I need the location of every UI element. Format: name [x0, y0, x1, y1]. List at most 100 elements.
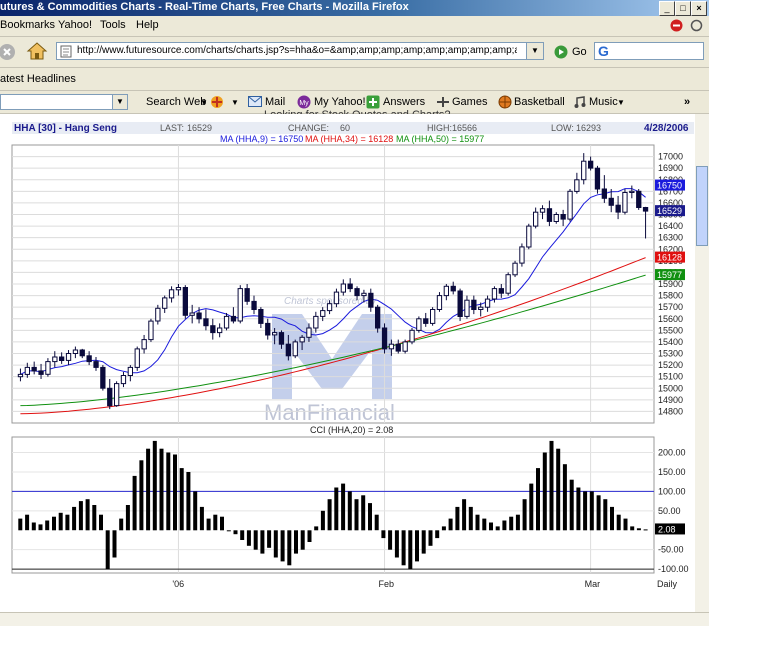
url-bar[interactable]: http://www.futuresource.com/charts/chart…	[56, 42, 544, 60]
candle-body	[615, 204, 621, 213]
candle-body	[484, 298, 491, 308]
candle-body	[546, 208, 553, 222]
go-button[interactable]: Go	[572, 46, 587, 58]
candle-body	[375, 306, 381, 329]
cci-bar	[549, 440, 554, 531]
price-tick-label: 15600	[658, 314, 683, 324]
answers-button[interactable]: Answers	[383, 96, 425, 108]
cci-bar	[381, 530, 386, 539]
cci-bar	[267, 530, 272, 548]
candle-body	[285, 343, 292, 357]
page-icon	[60, 45, 72, 58]
candle-body	[505, 274, 511, 294]
price-tick-label: 16900	[658, 163, 683, 173]
music-button[interactable]: Music	[589, 96, 618, 108]
cci-bar	[401, 530, 406, 566]
candle-body	[491, 288, 498, 300]
home-icon[interactable]	[26, 41, 48, 61]
games-icon	[437, 97, 449, 107]
candle-body	[155, 307, 161, 322]
mail-button[interactable]: Mail	[265, 96, 285, 108]
horizontal-scrollbar[interactable]	[0, 612, 709, 626]
bookmark-latest-headlines[interactable]: atest Headlines	[0, 73, 76, 85]
ma50-label: MA (HHA,50) = 15977	[396, 134, 484, 144]
candle-body	[395, 343, 401, 352]
last-label: LAST:	[160, 123, 184, 133]
candle-body	[272, 332, 278, 336]
candle-body	[258, 309, 264, 324]
candle-body	[320, 310, 326, 317]
cci-bar	[85, 499, 90, 531]
cci-bar	[25, 514, 30, 531]
candle-body	[601, 188, 608, 199]
candle-body	[622, 192, 628, 213]
stop-menu-icon[interactable]	[670, 19, 683, 32]
candle-body	[361, 292, 367, 297]
candle-body	[120, 375, 127, 385]
cci-bar	[193, 491, 198, 531]
candle-body	[340, 283, 347, 293]
cci-bar	[314, 526, 319, 531]
menu-help[interactable]: Help	[136, 19, 159, 31]
cci-bar	[186, 472, 191, 531]
cci-bar	[31, 522, 36, 531]
stop-icon[interactable]	[0, 43, 18, 61]
menu-yahoo[interactable]: Yahoo!	[58, 19, 92, 31]
x-axis-daily-label: Daily	[657, 579, 678, 589]
search-input[interactable]: G	[594, 42, 704, 60]
candle-body	[265, 322, 271, 336]
cci-bar	[394, 530, 399, 558]
vertical-scrollbar[interactable]	[695, 114, 709, 612]
price-tick-label: 15700	[658, 302, 683, 312]
price-tick-label: 15900	[658, 279, 683, 289]
price-tick-label: 15100	[658, 372, 683, 382]
cci-bar	[576, 487, 581, 531]
search-web-button[interactable]: Search Web	[146, 96, 206, 108]
price-marker-label: 15977	[657, 270, 682, 280]
toolbar-overflow-button[interactable]: »	[684, 96, 690, 108]
dropdown-arrow-icon-3[interactable]: ▼	[617, 98, 625, 107]
shield-icon[interactable]	[210, 95, 224, 109]
yahoo-search-input[interactable]: ▼	[0, 94, 128, 110]
games-button[interactable]: Games	[452, 96, 487, 108]
cci-title: CCI (HHA,20) = 2.08	[310, 425, 393, 435]
candle-body	[423, 318, 429, 324]
candle-body	[79, 349, 85, 357]
maximize-button[interactable]: □	[675, 1, 691, 16]
go-icon[interactable]	[554, 45, 568, 59]
candle-body	[59, 356, 65, 361]
close-button[interactable]: ×	[691, 1, 707, 16]
candle-body	[244, 288, 250, 302]
minimize-button[interactable]: _	[659, 1, 675, 16]
my-yahoo-button[interactable]: My Yahoo!	[314, 96, 366, 108]
candle-body	[457, 290, 463, 317]
title-bar: utures & Commodities Charts - Real-Time …	[0, 0, 709, 16]
candle-body	[24, 366, 31, 375]
dropdown-arrow-icon-2[interactable]: ▼	[231, 98, 239, 107]
candle-body	[409, 329, 415, 343]
ma34-label: MA (HHA,34) = 16128	[305, 134, 393, 144]
low-label: LOW:	[551, 123, 574, 133]
candle-body	[567, 190, 573, 220]
cci-bar	[92, 505, 97, 531]
scrollbar-thumb[interactable]	[696, 166, 708, 246]
cci-bar	[105, 530, 110, 570]
cci-bar	[327, 499, 332, 531]
cci-bar	[240, 530, 245, 540]
cci-bar	[603, 499, 608, 531]
candle-body	[512, 262, 518, 276]
price-marker-label: 16750	[657, 181, 682, 191]
cci-bar	[307, 530, 312, 542]
url-dropdown-icon[interactable]: ▼	[526, 43, 543, 59]
cci-bar	[361, 495, 366, 531]
candle-body	[381, 327, 388, 350]
low-value: 16293	[576, 123, 601, 133]
menu-tools[interactable]: Tools	[100, 19, 126, 31]
candle-body	[388, 343, 395, 350]
search-dropdown-icon[interactable]: ▼	[112, 95, 127, 109]
menu-bookmarks[interactable]: Bookmarks	[0, 19, 55, 31]
cci-bar	[616, 514, 621, 531]
basketball-button[interactable]: Basketball	[514, 96, 565, 108]
dropdown-arrow-icon[interactable]: ▼	[200, 98, 208, 107]
cci-bar	[448, 518, 453, 531]
